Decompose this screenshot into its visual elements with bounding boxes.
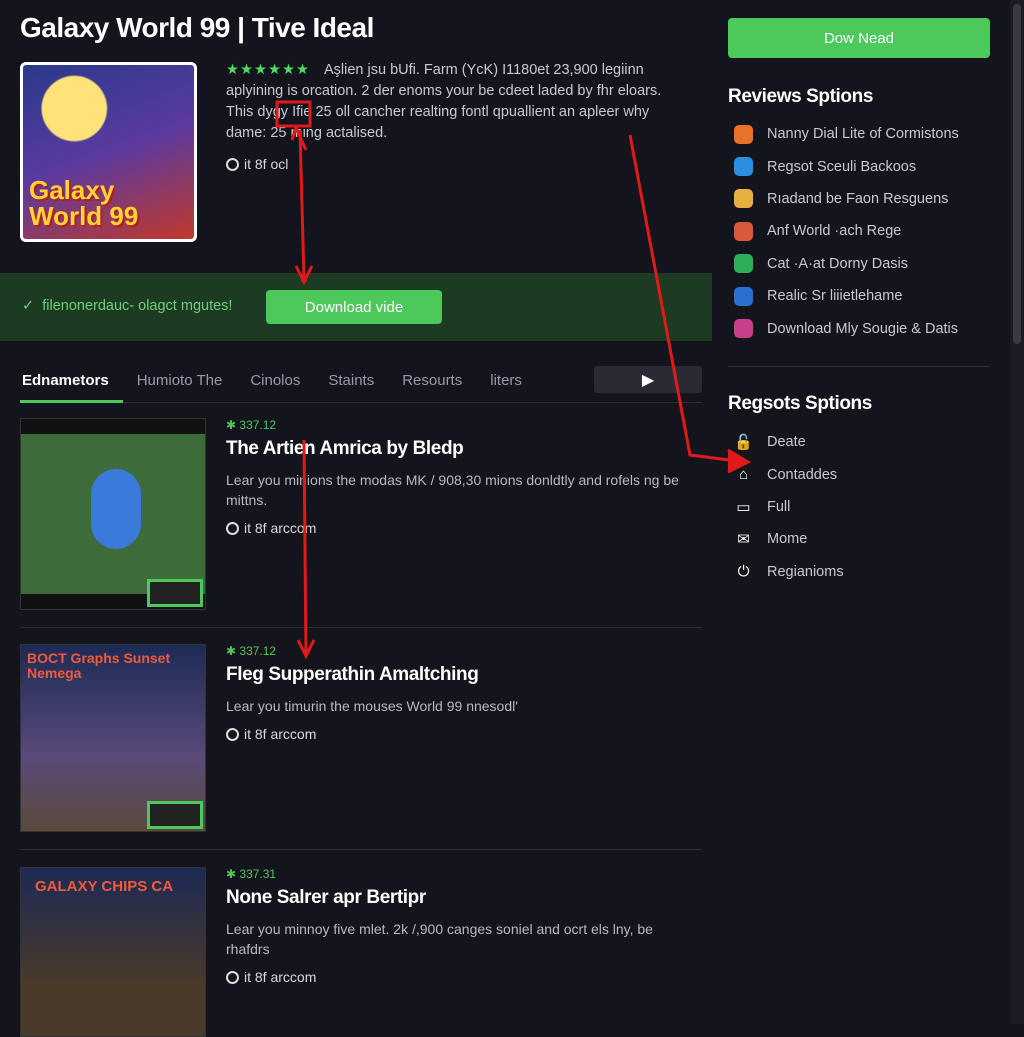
item-meta: it 8f arccom bbox=[226, 726, 696, 742]
game-icon bbox=[734, 286, 753, 306]
twitter-icon bbox=[734, 157, 753, 177]
thumbnail-badge bbox=[147, 801, 203, 829]
option-item[interactable]: 🔓 Deate bbox=[734, 426, 844, 458]
clock-icon bbox=[226, 521, 239, 535]
game-logo: Galaxy World 99 bbox=[29, 175, 139, 231]
options-heading: Regsots Sptions bbox=[728, 393, 872, 414]
clock-icon bbox=[226, 970, 239, 984]
play-icon: ▶ bbox=[641, 371, 655, 389]
item-thumbnail: BOCT Graphs Sunset Nemega bbox=[20, 644, 206, 832]
review-option[interactable]: Anf World ·ach Rege bbox=[734, 215, 959, 247]
reviews-heading: Reviews Sptions bbox=[728, 86, 873, 107]
gear-icon: ✱ bbox=[226, 418, 237, 432]
reviews-list: Nanny Dial Lite of Cormistons Regsot Sceu… bbox=[734, 118, 959, 345]
divider bbox=[728, 366, 990, 367]
coin-icon bbox=[734, 189, 753, 209]
scrollbar[interactable] bbox=[1010, 0, 1024, 1024]
play-button[interactable]: ▶ bbox=[594, 366, 702, 393]
review-option[interactable]: Realic Sr liiietlehame bbox=[734, 280, 959, 312]
clock-icon bbox=[226, 727, 239, 741]
review-option[interactable]: Cat ·A·at Dorny Dasis bbox=[734, 248, 959, 280]
thumbnail-title: BOCT Graphs Sunset Nemega bbox=[27, 650, 171, 681]
check-icon: ✓ bbox=[22, 298, 35, 314]
game-icon bbox=[734, 221, 753, 241]
chat-icon bbox=[734, 254, 753, 274]
tab-bar: Ednametors Humioto The Cinolos Staints R… bbox=[20, 360, 702, 403]
tab-resourts[interactable]: Resourts bbox=[388, 360, 476, 403]
app-icon bbox=[734, 124, 753, 144]
tab-ednametors[interactable]: Ednametors bbox=[20, 360, 123, 403]
item-thumbnail bbox=[20, 418, 206, 610]
gear-icon: ✱ bbox=[226, 867, 237, 881]
game-description: ★★★★★★ Aşlien jsu bUfi. Farm (YcK) I1180e… bbox=[226, 60, 686, 175]
tab-liters[interactable]: liters bbox=[476, 360, 536, 403]
power-icon: ⏻ bbox=[737, 563, 750, 581]
thumbnail-character bbox=[91, 469, 141, 549]
review-option[interactable]: Rıadand be Faon Resguens bbox=[734, 183, 959, 215]
option-item[interactable]: ✉ Mome bbox=[734, 523, 844, 555]
item-title[interactable]: Fleg Supperathin Amaltching bbox=[226, 664, 696, 686]
game-meta: it 8f ocl bbox=[226, 154, 686, 175]
item-title[interactable]: None Salrer apr Bertipr bbox=[226, 887, 696, 909]
list-item[interactable]: ✱ 337.12 The Artien Amrica by Bledp Lear… bbox=[20, 418, 702, 628]
item-text: Lear you minions the modas MK / 908,30 m… bbox=[226, 472, 679, 508]
item-version: ✱ 337.31 bbox=[226, 867, 277, 881]
lock-icon: 🔓 bbox=[734, 434, 753, 452]
item-meta: it 8f arccom bbox=[226, 969, 696, 985]
clock-icon bbox=[226, 158, 239, 171]
item-text: Lear you minnoy five mlet. 2k /,900 cang… bbox=[226, 921, 653, 957]
review-option[interactable]: Nanny Dial Lite of Cormistons bbox=[734, 118, 959, 150]
banner-message: ✓ filenonerdauc- olagct mgutes! bbox=[22, 298, 233, 314]
item-meta: it 8f arccom bbox=[226, 520, 696, 536]
page-title: Galaxy World 99 | Tive Ideal bbox=[20, 12, 374, 43]
download-banner: ✓ filenonerdauc- olagct mgutes! Download… bbox=[0, 273, 712, 341]
option-item[interactable]: ⏻ Regianioms bbox=[734, 556, 844, 588]
game-cover-image: Galaxy World 99 bbox=[20, 62, 197, 242]
scrollbar-thumb[interactable] bbox=[1013, 4, 1021, 344]
option-item[interactable]: ▭ Full bbox=[734, 491, 844, 523]
folder-icon: ▭ bbox=[736, 498, 751, 516]
review-option[interactable]: Download Mly Sougie & Datis bbox=[734, 312, 959, 344]
list-item[interactable]: GALAXY CHIPS CA ✱ 337.31 None Salrer apr… bbox=[20, 867, 702, 1037]
item-text: Lear you timurin the mouses World 99 nne… bbox=[226, 698, 518, 714]
review-option[interactable]: Regsot Sceuli Backoos bbox=[734, 150, 959, 182]
option-item[interactable]: ⌂ Contaddes bbox=[734, 458, 844, 490]
tab-cinolos[interactable]: Cinolos bbox=[236, 360, 314, 403]
instagram-icon bbox=[734, 319, 753, 339]
star-rating: ★★★★★★ bbox=[226, 62, 310, 78]
list-item[interactable]: BOCT Graphs Sunset Nemega ✱ 337.12 Fleg … bbox=[20, 644, 702, 850]
download-button[interactable]: Dow Nead bbox=[728, 18, 990, 58]
tab-staints[interactable]: Staints bbox=[314, 360, 388, 403]
gear-icon: ✱ bbox=[226, 644, 237, 658]
home-icon: ⌂ bbox=[738, 466, 749, 484]
options-list: 🔓 Deate ⌂ Contaddes ▭ Full ✉ Mome ⏻ Regianioms bbox=[734, 426, 844, 588]
item-version: ✱ 337.12 bbox=[226, 644, 277, 658]
tab-humioto[interactable]: Humioto The bbox=[123, 360, 237, 403]
item-version: ✱ 337.12 bbox=[226, 418, 277, 432]
thumbnail-title: GALAXY CHIPS CA bbox=[35, 878, 174, 895]
mail-icon: ✉ bbox=[737, 531, 750, 549]
item-thumbnail: GALAXY CHIPS CA bbox=[20, 867, 206, 1037]
download-video-button[interactable]: Download vide bbox=[266, 290, 442, 324]
item-title[interactable]: The Artien Amrica by Bledp bbox=[226, 438, 696, 460]
thumbnail-badge bbox=[147, 579, 203, 607]
